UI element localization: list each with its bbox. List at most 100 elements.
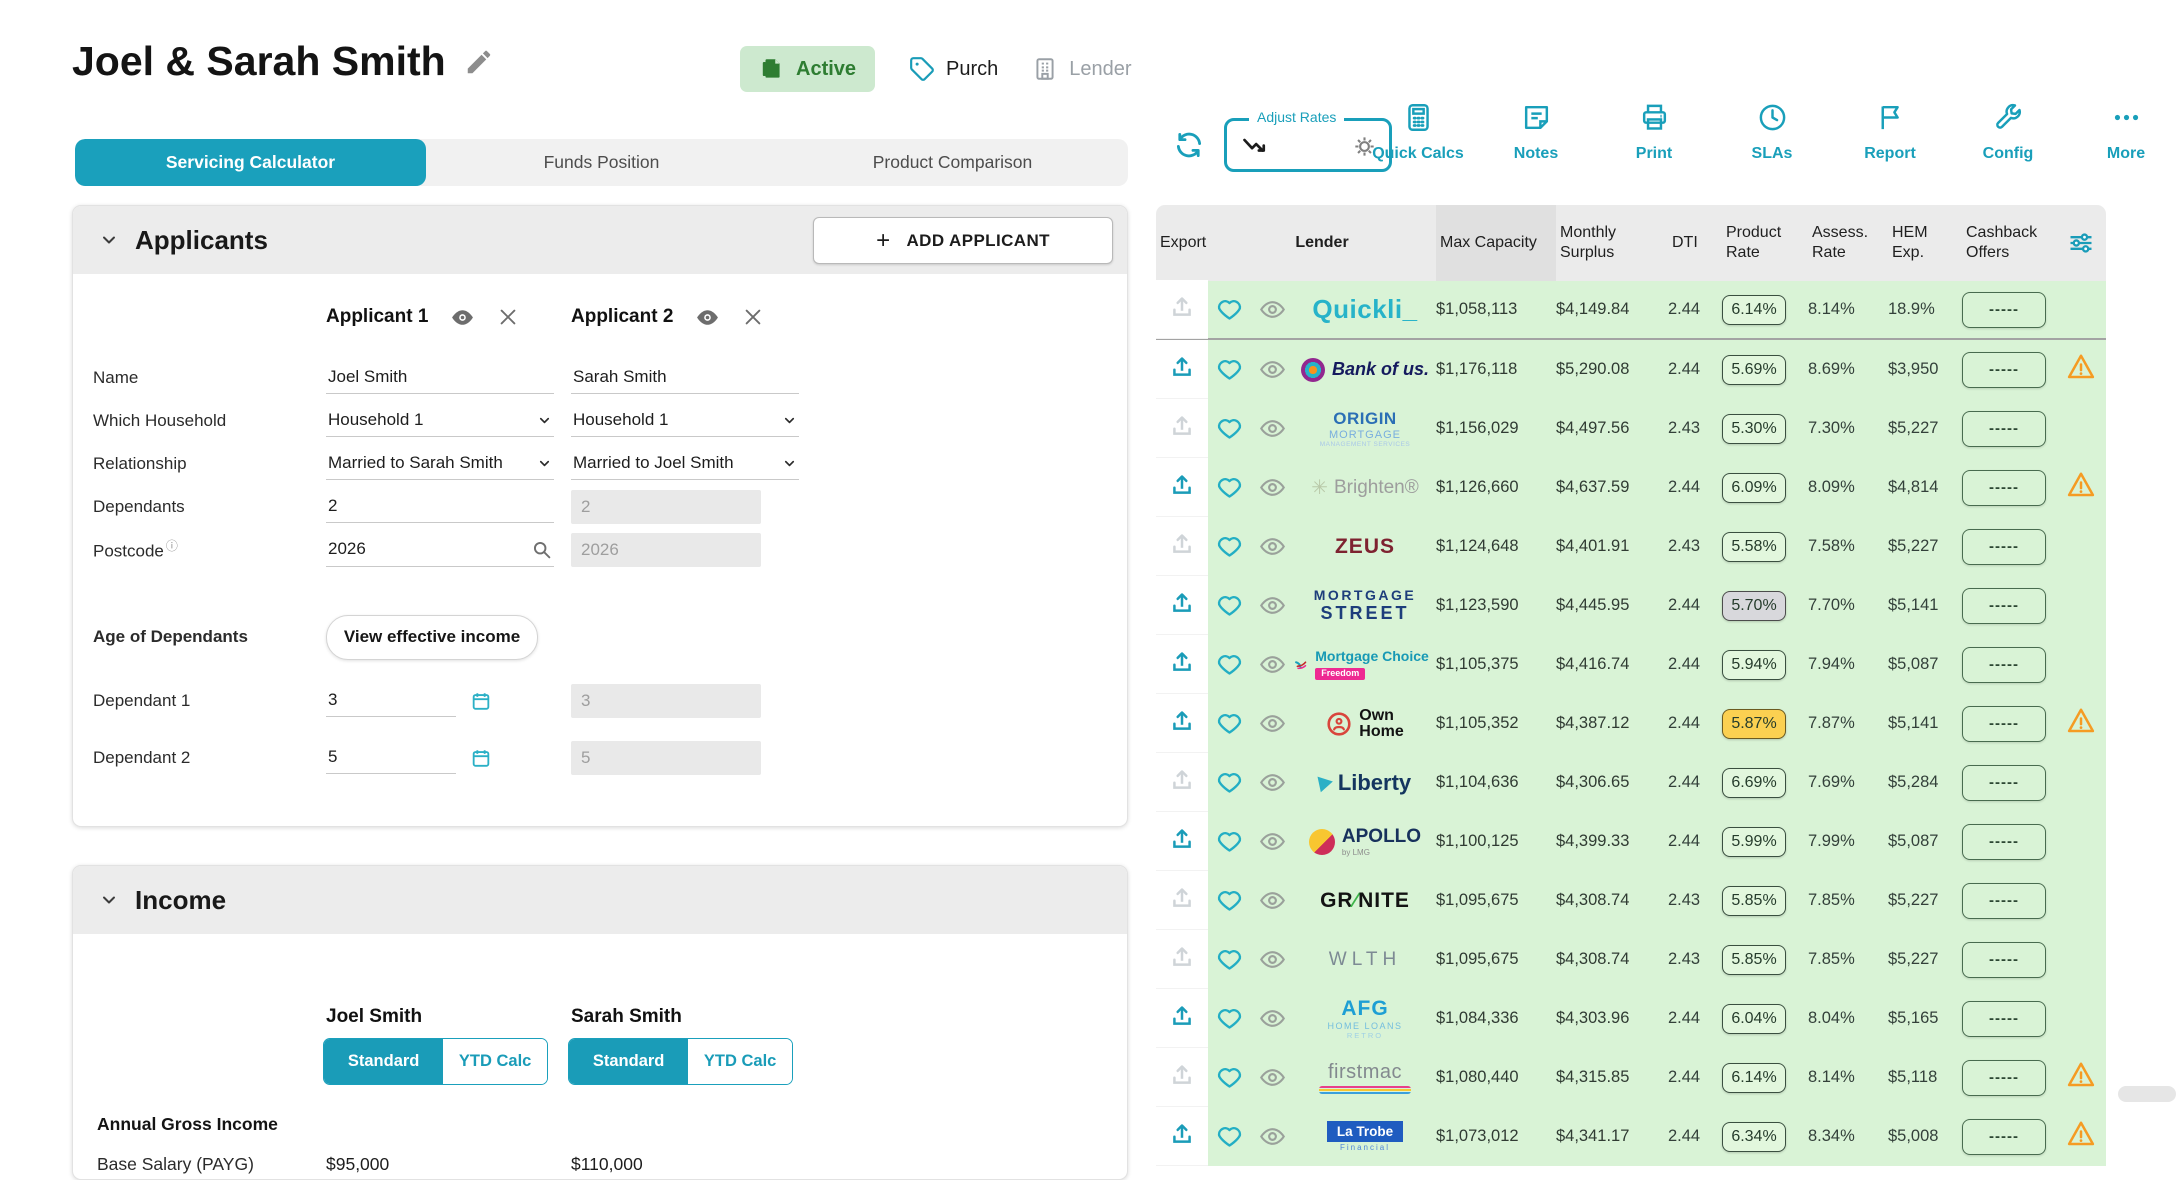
- notes-button[interactable]: Notes: [1480, 102, 1592, 163]
- name-input-applicant1[interactable]: Joel Smith: [326, 361, 554, 394]
- remove-applicant-icon[interactable]: [497, 306, 519, 328]
- config-button[interactable]: Config: [1952, 102, 2064, 163]
- favourite-heart-icon[interactable]: [1208, 356, 1250, 383]
- product-rate-badge[interactable]: 5.94%: [1722, 650, 1786, 680]
- header-cashback-offers[interactable]: Cashback Offers: [1962, 223, 2058, 263]
- header-assess-rate[interactable]: Assess. Rate: [1808, 223, 1888, 263]
- applicants-section-header[interactable]: Applicants + ADD APPLICANT: [73, 206, 1127, 274]
- product-rate-badge[interactable]: 6.09%: [1722, 473, 1786, 503]
- visibility-eye-icon[interactable]: [1250, 946, 1294, 973]
- cashback-offers-button[interactable]: -----: [1962, 706, 2046, 742]
- visibility-eye-icon[interactable]: [450, 305, 475, 330]
- name-input-applicant2[interactable]: Sarah Smith: [571, 361, 799, 394]
- warning-triangle-icon[interactable]: [2066, 706, 2096, 741]
- export-button[interactable]: [1156, 458, 1208, 517]
- search-icon[interactable]: [531, 539, 552, 560]
- warning-triangle-icon[interactable]: [2066, 352, 2096, 387]
- visibility-eye-icon[interactable]: [1250, 710, 1294, 737]
- edit-pencil-icon[interactable]: [464, 47, 494, 77]
- product-rate-badge[interactable]: 5.69%: [1722, 355, 1786, 385]
- calendar-icon[interactable]: [470, 747, 492, 769]
- remove-applicant-icon[interactable]: [742, 306, 764, 328]
- warning-triangle-icon[interactable]: [2066, 1119, 2096, 1154]
- warning-triangle-icon[interactable]: [2066, 1060, 2096, 1095]
- cashback-offers-button[interactable]: -----: [1962, 1001, 2046, 1037]
- add-applicant-button[interactable]: + ADD APPLICANT: [813, 217, 1113, 264]
- favourite-heart-icon[interactable]: [1208, 710, 1250, 737]
- visibility-eye-icon[interactable]: [1250, 356, 1294, 383]
- tab-funds-position[interactable]: Funds Position: [426, 139, 777, 186]
- header-export[interactable]: Export: [1156, 233, 1208, 253]
- visibility-eye-icon[interactable]: [1250, 651, 1294, 678]
- standard-toggle[interactable]: Standard: [569, 1039, 688, 1084]
- cashback-offers-button[interactable]: -----: [1962, 647, 2046, 683]
- dependant-1-age-input[interactable]: 3: [326, 684, 456, 717]
- base-salary-applicant1-value[interactable]: $95,000: [326, 1154, 389, 1175]
- income-section-header[interactable]: Income: [73, 866, 1127, 934]
- more-button[interactable]: More: [2070, 102, 2182, 163]
- refresh-sync-icon[interactable]: [1172, 128, 1206, 162]
- favourite-heart-icon[interactable]: [1208, 1064, 1250, 1091]
- export-button[interactable]: [1156, 635, 1208, 694]
- favourite-heart-icon[interactable]: [1208, 769, 1250, 796]
- ytd-calc-toggle[interactable]: YTD Calc: [443, 1039, 547, 1084]
- export-button[interactable]: [1156, 871, 1208, 930]
- export-button[interactable]: [1156, 989, 1208, 1048]
- export-button[interactable]: [1156, 576, 1208, 635]
- cashback-offers-button[interactable]: -----: [1962, 942, 2046, 978]
- visibility-eye-icon[interactable]: [1250, 1005, 1294, 1032]
- favourite-heart-icon[interactable]: [1208, 415, 1250, 442]
- export-button[interactable]: [1156, 753, 1208, 812]
- quick-calcs-button[interactable]: Quick Calcs: [1362, 102, 1474, 163]
- header-hem-exp[interactable]: HEM Exp.: [1888, 223, 1962, 263]
- cashback-offers-button[interactable]: -----: [1962, 529, 2046, 565]
- product-rate-badge[interactable]: 5.85%: [1722, 945, 1786, 975]
- product-rate-badge[interactable]: 6.69%: [1722, 768, 1786, 798]
- postcode-input-applicant1[interactable]: 2026: [326, 533, 554, 567]
- visibility-eye-icon[interactable]: [695, 305, 720, 330]
- export-button[interactable]: [1156, 812, 1208, 871]
- product-rate-badge[interactable]: 6.04%: [1722, 1004, 1786, 1034]
- export-button[interactable]: [1156, 1107, 1208, 1166]
- standard-toggle[interactable]: Standard: [324, 1039, 443, 1084]
- cashback-offers-button[interactable]: -----: [1962, 292, 2046, 328]
- horizontal-scrollbar-thumb[interactable]: [2118, 1086, 2176, 1102]
- cashback-offers-button[interactable]: -----: [1962, 588, 2046, 624]
- base-salary-applicant2-value[interactable]: $110,000: [571, 1154, 643, 1175]
- export-button[interactable]: [1156, 280, 1208, 339]
- export-button[interactable]: [1156, 930, 1208, 989]
- product-rate-badge[interactable]: 5.87%: [1722, 709, 1786, 739]
- header-max-capacity[interactable]: Max Capacity: [1436, 205, 1556, 281]
- visibility-eye-icon[interactable]: [1250, 592, 1294, 619]
- product-rate-badge[interactable]: 6.34%: [1722, 1122, 1786, 1152]
- header-lender[interactable]: Lender: [1208, 233, 1436, 253]
- household-select-applicant1[interactable]: Household 1: [326, 404, 554, 437]
- trend-down-icon[interactable]: [1241, 133, 1269, 161]
- visibility-eye-icon[interactable]: [1250, 1064, 1294, 1091]
- visibility-eye-icon[interactable]: [1250, 415, 1294, 442]
- favourite-heart-icon[interactable]: [1208, 1005, 1250, 1032]
- report-button[interactable]: Report: [1834, 102, 1946, 163]
- view-effective-income-button[interactable]: View effective income: [326, 615, 538, 660]
- print-button[interactable]: Print: [1598, 102, 1710, 163]
- relationship-select-applicant1[interactable]: Married to Sarah Smith: [326, 447, 554, 480]
- favourite-heart-icon[interactable]: [1208, 946, 1250, 973]
- cashback-offers-button[interactable]: -----: [1962, 1060, 2046, 1096]
- product-rate-badge[interactable]: 5.58%: [1722, 532, 1786, 562]
- calendar-icon[interactable]: [470, 690, 492, 712]
- product-rate-badge[interactable]: 6.14%: [1722, 295, 1786, 325]
- export-button[interactable]: [1156, 694, 1208, 753]
- favourite-heart-icon[interactable]: [1208, 533, 1250, 560]
- product-rate-badge[interactable]: 5.99%: [1722, 827, 1786, 857]
- visibility-eye-icon[interactable]: [1250, 769, 1294, 796]
- visibility-eye-icon[interactable]: [1250, 828, 1294, 855]
- ytd-calc-toggle[interactable]: YTD Calc: [688, 1039, 792, 1084]
- cashback-offers-button[interactable]: -----: [1962, 765, 2046, 801]
- cashback-offers-button[interactable]: -----: [1962, 352, 2046, 388]
- favourite-heart-icon[interactable]: [1208, 592, 1250, 619]
- cashback-offers-button[interactable]: -----: [1962, 824, 2046, 860]
- dependant-2-age-input[interactable]: 5: [326, 741, 456, 774]
- visibility-eye-icon[interactable]: [1250, 533, 1294, 560]
- tab-servicing-calculator[interactable]: Servicing Calculator: [75, 139, 426, 186]
- favourite-heart-icon[interactable]: [1208, 1123, 1250, 1150]
